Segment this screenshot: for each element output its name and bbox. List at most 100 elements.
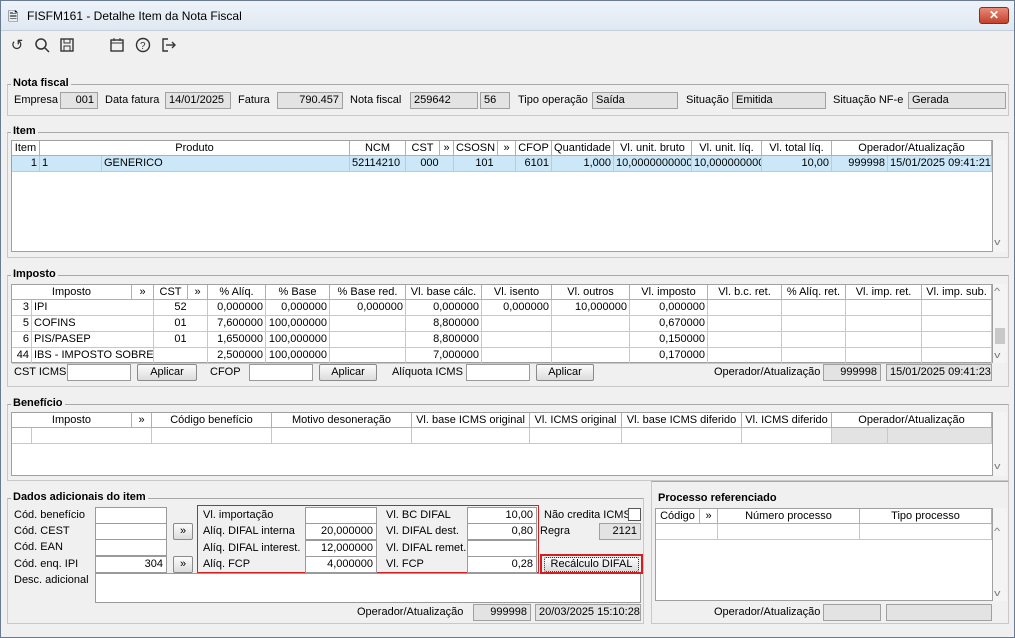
- help-icon[interactable]: ?: [134, 37, 152, 55]
- vl-difal-remet-input[interactable]: [467, 540, 537, 557]
- dados-operador-field[interactable]: 999998: [473, 604, 531, 621]
- chevron-up-icon[interactable]: ^: [994, 526, 1000, 536]
- data-fatura-field[interactable]: 14/01/2025: [165, 92, 231, 109]
- col-vl-base-icms-original[interactable]: Vl. base ICMS original: [412, 413, 530, 428]
- vl-importacao-input[interactable]: [305, 507, 377, 524]
- situacao-nfe-field[interactable]: Gerada: [908, 92, 1006, 109]
- item-scrollbar[interactable]: v: [993, 140, 1007, 252]
- situacao-field[interactable]: Emitida: [732, 92, 826, 109]
- col-ncm[interactable]: NCM: [350, 141, 406, 156]
- col-vl-unit-liq[interactable]: Vl. unit. líq.: [692, 141, 762, 156]
- enq-ipi-lookup-button[interactable]: »: [173, 556, 193, 573]
- empresa-field[interactable]: 001: [60, 92, 98, 109]
- col-codigo-beneficio[interactable]: Código benefício: [152, 413, 272, 428]
- processo-atualizacao-field[interactable]: [886, 604, 992, 621]
- undo-icon[interactable]: ↺: [8, 37, 26, 55]
- chevron-up-icon[interactable]: ^: [994, 286, 1000, 296]
- tipo-operacao-field[interactable]: Saída: [592, 92, 678, 109]
- processo-operador-field[interactable]: [823, 604, 881, 621]
- vl-difal-dest-input[interactable]: 0,80: [467, 523, 537, 540]
- cod-beneficio-input[interactable]: [95, 507, 167, 524]
- imposto-atualizacao-field[interactable]: 15/01/2025 09:41:23: [886, 364, 992, 381]
- nota-fiscal-field[interactable]: 259642: [410, 92, 478, 109]
- col-motivo-desoneracao[interactable]: Motivo desoneração: [272, 413, 412, 428]
- nao-credita-icms-checkbox[interactable]: [628, 508, 641, 521]
- col-operador[interactable]: Operador/Atualização: [832, 141, 992, 156]
- col-cst[interactable]: CST: [406, 141, 440, 156]
- aplicar-cst-button[interactable]: Aplicar: [137, 364, 197, 381]
- col-imposto-arrow[interactable]: »: [132, 413, 152, 428]
- aliquota-icms-input[interactable]: [466, 364, 530, 381]
- col-cst-arrow[interactable]: »: [440, 141, 454, 156]
- col-vl-outros[interactable]: Vl. outros: [552, 285, 630, 300]
- col-codigo[interactable]: Código: [656, 509, 700, 524]
- nota-fiscal-label: Nota fiscal: [350, 94, 402, 106]
- fatura-field[interactable]: 790.457: [277, 92, 343, 109]
- col-vl-unit-bruto[interactable]: Vl. unit. bruto: [614, 141, 692, 156]
- vl-fcp-input[interactable]: 0,28: [467, 556, 537, 573]
- col-cst[interactable]: CST: [154, 285, 188, 300]
- aplicar-aliquota-button[interactable]: Aplicar: [536, 364, 594, 381]
- imposto-operador-field[interactable]: 999998: [823, 364, 881, 381]
- col-vl-isento[interactable]: Vl. isento: [482, 285, 552, 300]
- beneficio-scrollbar[interactable]: v: [993, 412, 1007, 476]
- col-cst-arrow[interactable]: »: [188, 285, 208, 300]
- aplicar-cfop-button[interactable]: Aplicar: [319, 364, 377, 381]
- col-operador[interactable]: Operador/Atualização: [832, 413, 992, 428]
- col-base[interactable]: % Base: [266, 285, 330, 300]
- col-aliq[interactable]: % Alíq.: [208, 285, 266, 300]
- chevron-down-icon[interactable]: v: [994, 588, 1000, 598]
- col-vl-bc-ret[interactable]: Vl. b.c. ret.: [708, 285, 782, 300]
- col-vl-imposto[interactable]: Vl. imposto: [630, 285, 708, 300]
- calendar-icon[interactable]: [108, 37, 126, 55]
- col-cfop[interactable]: CFOP: [516, 141, 552, 156]
- col-vl-base-icms-diferido[interactable]: Vl. base ICMS diferido: [622, 413, 742, 428]
- chevron-down-icon[interactable]: v: [994, 350, 1000, 360]
- cfop-input[interactable]: [249, 364, 313, 381]
- col-vl-total-liq[interactable]: Vl. total líq.: [762, 141, 832, 156]
- cod-enq-ipi-input[interactable]: 304: [95, 556, 167, 573]
- cest-lookup-button[interactable]: »: [173, 523, 193, 540]
- col-base-red[interactable]: % Base red.: [330, 285, 406, 300]
- dados-atualizacao-field[interactable]: 20/03/2025 15:10:28: [535, 604, 641, 621]
- col-vl-imp-sub[interactable]: Vl. imp. sub.: [922, 285, 992, 300]
- exit-icon[interactable]: [159, 37, 177, 55]
- col-imposto[interactable]: Imposto: [12, 413, 132, 428]
- aliq-difal-interest-input[interactable]: 12,000000: [305, 540, 377, 557]
- cod-ean-input[interactable]: [95, 539, 167, 556]
- aliq-difal-interna-input[interactable]: 20,000000: [305, 523, 377, 540]
- col-vl-imp-ret[interactable]: Vl. imp. ret.: [846, 285, 922, 300]
- empresa-label: Empresa: [14, 94, 59, 106]
- close-button[interactable]: ✕: [979, 7, 1009, 24]
- chevron-down-icon[interactable]: v: [994, 461, 1000, 471]
- col-vl-base-calc[interactable]: Vl. base cálc.: [406, 285, 482, 300]
- col-imposto[interactable]: Imposto: [12, 285, 132, 300]
- serie-field[interactable]: 56: [480, 92, 510, 109]
- imposto-scrollbar[interactable]: ^ v: [993, 284, 1007, 363]
- col-quantidade[interactable]: Quantidade: [552, 141, 614, 156]
- chevron-down-icon[interactable]: v: [994, 237, 1000, 247]
- aliquota-icms-label: Alíquota ICMS: [392, 366, 463, 378]
- save-icon[interactable]: [58, 37, 76, 55]
- col-aliq-ret[interactable]: % Alíq. ret.: [782, 285, 846, 300]
- regra-field[interactable]: 2121: [599, 523, 641, 540]
- col-codigo-arrow[interactable]: »: [700, 509, 718, 524]
- cst-icms-input[interactable]: [67, 364, 131, 381]
- col-item[interactable]: Item: [12, 141, 40, 156]
- recalculo-difal-button[interactable]: Recálculo DIFAL: [544, 557, 639, 572]
- cod-cest-input[interactable]: [95, 523, 167, 540]
- col-numero-processo[interactable]: Número processo: [718, 509, 860, 524]
- col-vl-icms-original[interactable]: Vl. ICMS original: [530, 413, 622, 428]
- col-csosn[interactable]: CSOSN: [454, 141, 498, 156]
- col-tipo-processo[interactable]: Tipo processo: [860, 509, 992, 524]
- scroll-thumb[interactable]: [995, 328, 1005, 344]
- aliq-fcp-input[interactable]: 4,000000: [305, 556, 377, 573]
- vl-bc-difal-input[interactable]: 10,00: [467, 507, 537, 524]
- desc-adicional-textarea[interactable]: [95, 573, 641, 603]
- search-icon[interactable]: [33, 37, 51, 55]
- col-imposto-arrow[interactable]: »: [132, 285, 154, 300]
- col-vl-icms-diferido[interactable]: Vl. ICMS diferido: [742, 413, 832, 428]
- col-csosn-arrow[interactable]: »: [498, 141, 516, 156]
- processo-scrollbar[interactable]: ^ v: [993, 508, 1007, 601]
- col-produto[interactable]: Produto: [40, 141, 350, 156]
